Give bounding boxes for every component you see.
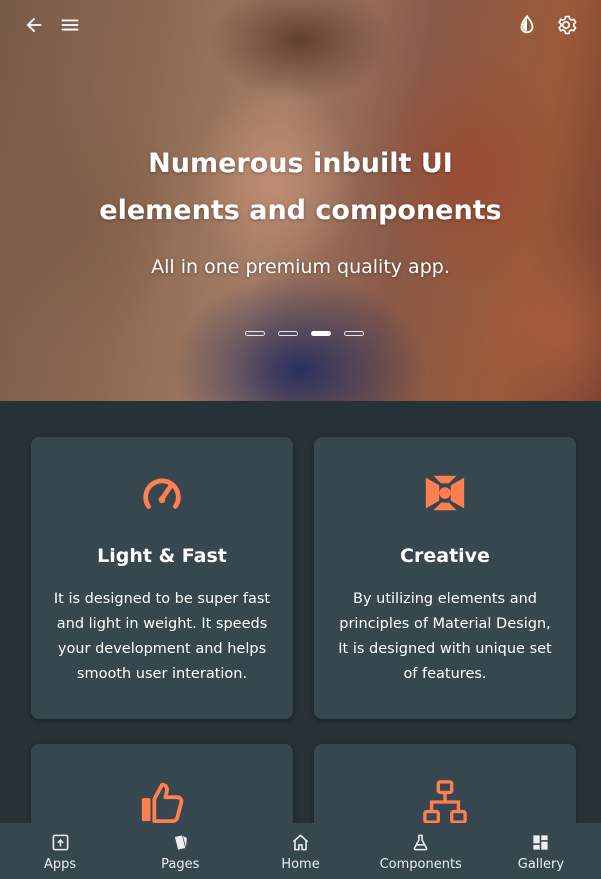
speedometer-icon xyxy=(31,470,293,516)
settings-gear-icon[interactable] xyxy=(553,12,579,38)
apps-icon xyxy=(52,834,69,851)
nav-label: Home xyxy=(281,857,320,872)
pages-icon xyxy=(174,835,187,850)
nav-label: Gallery xyxy=(517,857,565,872)
nav-label: Apps xyxy=(44,857,77,872)
slider-dot-active[interactable] xyxy=(311,331,331,336)
feature-card-creative[interactable]: Creative By utilizing elements and princ… xyxy=(314,437,576,719)
thumbs-up-icon xyxy=(31,779,293,825)
aperture-icon xyxy=(314,470,576,516)
nav-item-apps[interactable]: Apps xyxy=(0,823,120,879)
card-title: Creative xyxy=(400,545,490,567)
card-description: By utilizing elements and principles of … xyxy=(338,591,552,682)
nav-item-home[interactable]: Home xyxy=(240,823,360,879)
hero-content: Numerous inbuilt UI elements and compone… xyxy=(0,140,601,278)
hero-title: Numerous inbuilt UI elements and compone… xyxy=(99,148,502,226)
flask-icon xyxy=(413,834,428,851)
nav-item-gallery[interactable]: Gallery xyxy=(481,823,601,879)
slider-dot[interactable] xyxy=(344,331,364,336)
menu-icon[interactable] xyxy=(57,12,83,38)
home-icon xyxy=(292,834,309,851)
gallery-icon xyxy=(533,835,549,850)
card-description: It is designed to be super fast and ligh… xyxy=(53,591,271,682)
back-arrow-icon[interactable] xyxy=(21,12,47,38)
nav-item-pages[interactable]: Pages xyxy=(120,823,240,879)
bottom-navigation: Apps Pages Home Components Gallery xyxy=(0,823,601,879)
hero-subtitle: All in one premium quality app. xyxy=(151,256,450,278)
top-app-bar xyxy=(0,0,601,50)
hero-banner: Numerous inbuilt UI elements and compone… xyxy=(0,0,601,401)
theme-drop-icon[interactable] xyxy=(514,12,540,38)
nav-label: Pages xyxy=(161,857,200,872)
slider-pagination xyxy=(245,331,364,336)
nav-item-components[interactable]: Components xyxy=(361,823,481,879)
sitemap-icon xyxy=(314,779,576,825)
slider-dot[interactable] xyxy=(245,331,265,336)
card-title: Light & Fast xyxy=(97,545,227,567)
feature-card-light-fast[interactable]: Light & Fast It is designed to be super … xyxy=(31,437,293,719)
nav-label: Components xyxy=(379,857,462,872)
slider-dot[interactable] xyxy=(278,331,298,336)
